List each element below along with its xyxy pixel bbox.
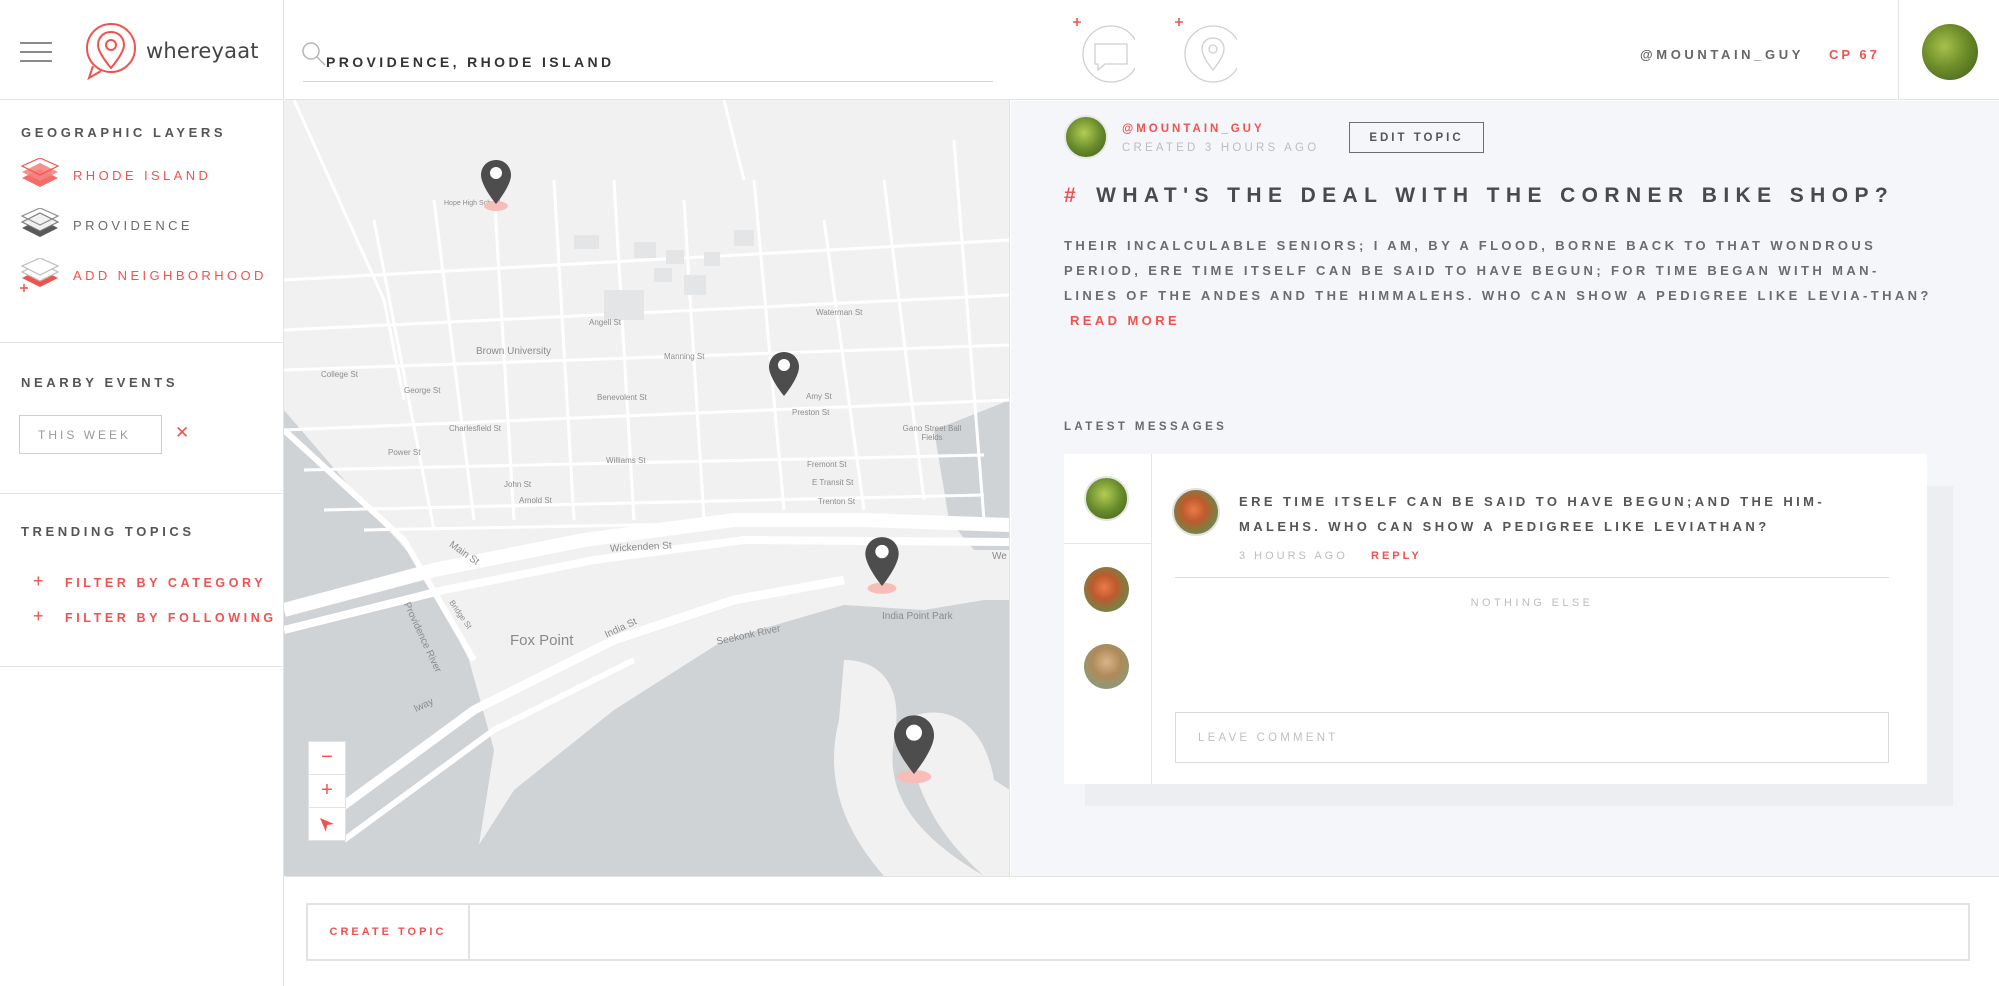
top-bar: @MOUNTAIN_GUY CP 67 (1010, 0, 1999, 100)
zoom-in-button[interactable]: + (308, 774, 346, 808)
plus-icon: + (33, 571, 48, 591)
filter-label: FILTER BY FOLLOWING (65, 611, 277, 625)
community-points: CP 67 (1829, 47, 1880, 62)
map-label: E Transit St (812, 478, 854, 487)
leave-comment-input[interactable] (1175, 712, 1889, 763)
map-label: Waterman St (816, 308, 863, 317)
hamburger-menu-icon[interactable] (20, 42, 52, 64)
map-label: Fox Point (510, 632, 574, 649)
map-label: India Point Park (882, 611, 953, 622)
location-search-bar (285, 0, 1010, 100)
new-message-button[interactable] (1065, 16, 1135, 86)
filter-label: FILTER BY CATEGORY (65, 576, 267, 590)
participants-rail (1064, 454, 1152, 784)
events-time-filter[interactable]: THIS WEEK (19, 415, 162, 454)
rail-divider (1064, 543, 1152, 544)
layer-label: RHODE ISLAND (73, 168, 212, 183)
edit-topic-button[interactable]: EDIT TOPIC (1349, 122, 1484, 153)
app-logo-text[interactable]: whereyaat (146, 39, 259, 63)
hashtag-icon: # (1064, 184, 1083, 207)
read-more-link[interactable]: READ MORE (1070, 313, 1180, 328)
latest-messages-heading: LATEST MESSAGES (1064, 421, 1228, 433)
map-label: Preston St (792, 408, 830, 417)
clear-filter-icon[interactable]: ✕ (175, 423, 189, 443)
geographic-layers-section: GEOGRAPHIC LAYERS RHODE ISLAND PROVIDENC… (0, 100, 284, 343)
nearby-events-heading: NEARBY EVENTS (21, 375, 179, 390)
current-username[interactable]: @MOUNTAIN_GUY (1640, 47, 1804, 62)
message-text: ERE TIME ITSELF CAN BE SAID TO HAVE BEGU… (1239, 494, 1826, 534)
topic-body-text: THEIR INCALCULABLE SENIORS; I AM, BY A F… (1064, 238, 1932, 303)
map-label: Amy St (806, 392, 832, 401)
map-label: Gano Street Ball Fields (902, 424, 962, 442)
add-layer-icon (20, 258, 60, 292)
layers-icon (20, 208, 60, 237)
trending-topics-heading: TRENDING TOPICS (21, 524, 195, 539)
map-pin-icon[interactable] (766, 350, 802, 406)
create-topic-bar: CREATE TOPIC (285, 876, 1999, 986)
create-topic-button[interactable]: CREATE TOPIC (308, 905, 470, 959)
topic-panel: @MOUNTAIN_GUY CREATED 3 HOURS AGO EDIT T… (1011, 101, 1999, 876)
zoom-out-button[interactable]: − (308, 741, 346, 775)
map-pin-icon[interactable] (890, 712, 938, 788)
location-search-input[interactable] (303, 42, 993, 82)
map-label: Manning St (664, 352, 705, 361)
map-label: Arnold St (519, 496, 552, 505)
participant-avatar[interactable] (1084, 644, 1129, 689)
map-label: George St (404, 386, 441, 395)
geographic-layers-heading: GEOGRAPHIC LAYERS (21, 125, 227, 140)
map-label: Charlesfield St (449, 424, 502, 433)
create-topic-input[interactable] (472, 905, 1968, 959)
create-topic-box: CREATE TOPIC (306, 903, 1970, 961)
map-label: Williams St (606, 456, 646, 465)
message-divider (1175, 577, 1889, 578)
new-location-button[interactable] (1167, 16, 1237, 86)
topic-author[interactable]: @MOUNTAIN_GUY (1122, 123, 1265, 135)
layer-label: ADD NEIGHBORHOOD (73, 268, 267, 283)
map-label: Fremont St (807, 460, 847, 469)
add-neighborhood-button[interactable]: ADD NEIGHBORHOOD (20, 258, 270, 298)
layer-label: PROVIDENCE (73, 218, 193, 233)
map-label: Angell St (589, 318, 622, 327)
reply-link[interactable]: REPLY (1371, 550, 1422, 562)
filter-by-following-button[interactable]: + FILTER BY FOLLOWING (33, 606, 277, 627)
map-label: Power St (388, 448, 421, 457)
locate-me-button[interactable] (308, 807, 346, 841)
participant-avatar[interactable] (1084, 567, 1129, 612)
map-pin-icon[interactable] (478, 158, 514, 214)
message-timestamp: 3 HOURS AGO (1239, 550, 1348, 562)
locate-arrow-icon (320, 818, 334, 832)
map-label: Trenton St (818, 497, 856, 506)
message-author-avatar[interactable] (1172, 488, 1220, 536)
topic-body: THEIR INCALCULABLE SENIORS; I AM, BY A F… (1064, 233, 1934, 333)
map-label: John St (504, 480, 532, 489)
map-label: We (992, 551, 1007, 562)
logo-pin-icon (86, 23, 136, 80)
messages-card: ERE TIME ITSELF CAN BE SAID TO HAVE BEGU… (1064, 454, 1927, 784)
end-of-messages-label: NOTHING ELSE (1470, 597, 1594, 609)
author-avatar[interactable] (1064, 115, 1108, 159)
sidebar: whereyaat GEOGRAPHIC LAYERS RHODE ISLAND… (0, 0, 284, 986)
layer-item-rhode-island[interactable]: RHODE ISLAND (20, 158, 270, 198)
plus-icon: + (33, 606, 48, 626)
header-divider (1898, 0, 1899, 100)
topic-title-text: WHAT'S THE DEAL WITH THE CORNER BIKE SHO… (1096, 184, 1895, 207)
map-label: Brown University (476, 346, 552, 357)
filter-by-category-button[interactable]: + FILTER BY CATEGORY (33, 571, 266, 592)
layer-item-providence[interactable]: PROVIDENCE (20, 208, 270, 248)
brand-header: whereyaat (0, 0, 284, 100)
layers-icon (20, 158, 60, 187)
map-view[interactable]: Brown University Fox Point India Point P… (284, 100, 1010, 876)
map-label: College St (321, 370, 358, 379)
map-pin-icon[interactable] (862, 534, 902, 598)
topic-title: # WHAT'S THE DEAL WITH THE CORNER BIKE SH… (1064, 184, 1894, 208)
participant-avatar[interactable] (1084, 476, 1129, 521)
user-avatar[interactable] (1922, 24, 1978, 80)
topic-created-time: CREATED 3 HOURS AGO (1122, 142, 1320, 154)
map-label: Benevolent St (597, 393, 647, 402)
